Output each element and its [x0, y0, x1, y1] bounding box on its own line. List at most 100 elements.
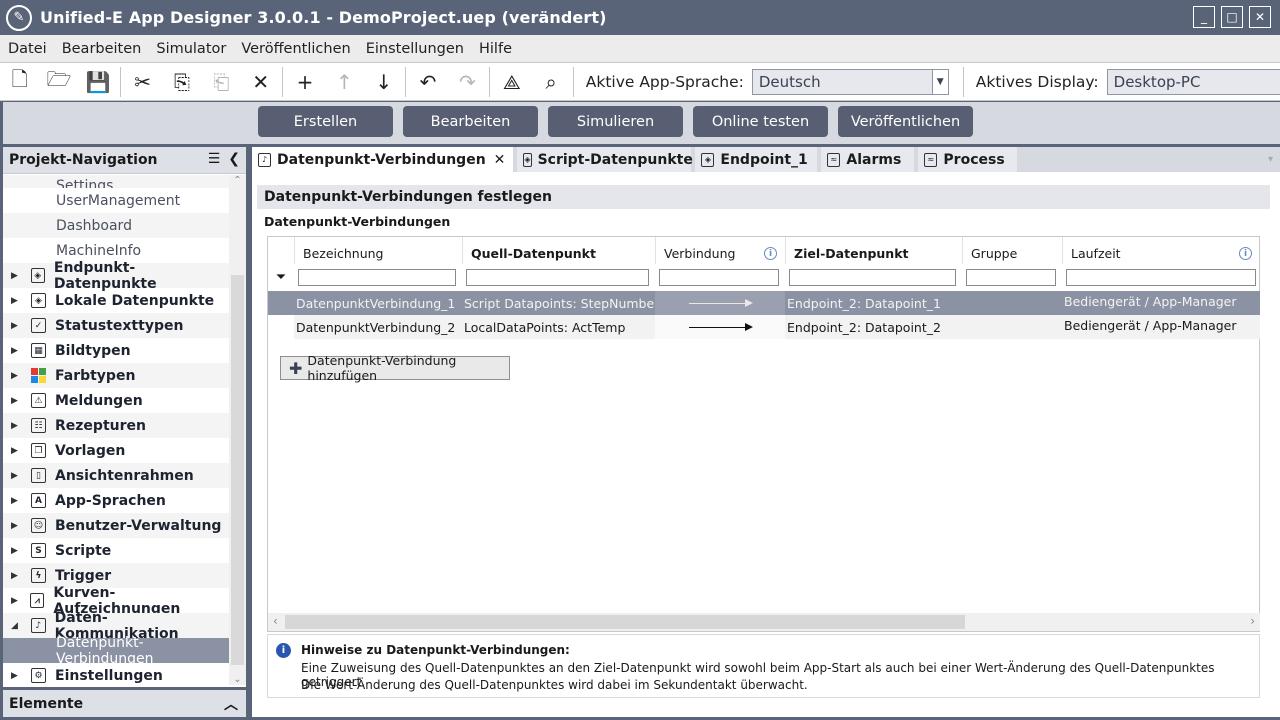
tree-item-meldungen[interactable]: ▶ ⚠ Meldungen [3, 388, 229, 413]
app-language-select[interactable]: Deutsch ▼ [751, 68, 949, 95]
menu-simulator[interactable]: Simulator [148, 41, 233, 57]
table-row[interactable]: DatenpunktVerbindung_2 LocalDataPoints: … [268, 315, 1260, 339]
filter-input-gruppe[interactable] [966, 268, 1056, 286]
cell-gruppe[interactable] [962, 315, 1062, 339]
menu-veroeffentlichen[interactable]: Veröffentlichen [233, 41, 357, 57]
maximize-button[interactable]: □ [1221, 6, 1243, 28]
expand-arrow-icon[interactable]: ▶ [11, 296, 21, 306]
scrollbar-thumb[interactable] [231, 275, 244, 665]
simulate-button[interactable]: Simulieren [548, 106, 683, 137]
filter-input-bezeichnung[interactable] [298, 268, 456, 286]
info-icon[interactable]: i [764, 247, 777, 260]
test-online-button[interactable]: Online testen [693, 106, 828, 137]
tree-item-farbtypen[interactable]: ▶ Farbtypen [3, 363, 229, 388]
expand-arrow-icon[interactable]: ▶ [11, 471, 21, 481]
filter-input-ziel-datenpunkt[interactable] [789, 268, 956, 286]
expand-arrow-icon[interactable]: ▶ [11, 346, 21, 356]
tree-item-dashboard[interactable]: Dashboard [3, 213, 229, 238]
tree-item-datenpunkt-verbindungen[interactable]: Datenpunkt-Verbindungen [3, 635, 229, 667]
expand-arrow-icon[interactable]: ▶ [11, 396, 21, 406]
add-icon[interactable]: + [285, 63, 324, 101]
redo-icon[interactable]: ↷ [448, 63, 487, 101]
tree-item-bildtypen[interactable]: ▶ ▦ Bildtypen [3, 338, 229, 363]
scroll-left-icon[interactable]: ‹ [273, 614, 278, 628]
expand-arrow-icon[interactable]: ▶ [11, 421, 21, 431]
filter-input-laufzeit[interactable] [1066, 268, 1256, 286]
chevron-up-icon[interactable]: ︿ [224, 694, 238, 714]
collapse-arrow-icon[interactable]: ◢ [11, 621, 21, 631]
expand-arrow-icon[interactable]: ▶ [11, 521, 21, 531]
chevron-down-icon[interactable]: ▼ [931, 69, 948, 94]
table-row[interactable]: DatenpunktVerbindung_1 Script Datapoints… [268, 291, 1260, 315]
menu-einstellungen[interactable]: Einstellungen [358, 41, 471, 57]
tree-item-statustexttypen[interactable]: ▶ ✓ Statustexttypen [3, 313, 229, 338]
expand-arrow-icon[interactable]: ▶ [11, 671, 21, 681]
cell-ziel-datenpunkt[interactable]: Endpoint_2: Datapoint_1 [785, 291, 962, 315]
tree-item-benutzer-verwaltung[interactable]: ▶ ☺ Benutzer-Verwaltung [3, 513, 229, 538]
menu-icon[interactable]: ☰ [208, 151, 221, 167]
tree-item-ansichtenrahmen[interactable]: ▶ ▯ Ansichtenrahmen [3, 463, 229, 488]
paste-icon[interactable]: ⎗ [202, 63, 241, 101]
horizontal-scrollbar[interactable]: ‹ › [268, 613, 1260, 631]
cell-gruppe[interactable] [962, 291, 1062, 315]
info-icon[interactable]: i [1239, 247, 1252, 260]
tab-alarms[interactable]: ≈ Alarms [821, 147, 919, 172]
tree-item-lokale-datenpunkte[interactable]: ▶ ◈ Lokale Datenpunkte [3, 288, 229, 313]
expand-arrow-icon[interactable]: ▶ [11, 496, 21, 506]
active-display-select[interactable]: Desktop-PC [1106, 68, 1280, 95]
add-connection-button[interactable]: ✚ Datenpunkt-Verbindung hinzufügen [280, 353, 510, 383]
scrollbar-thumb[interactable] [285, 615, 965, 629]
cell-laufzeit[interactable]: Bediengerät / App-Manager [1062, 291, 1260, 315]
menu-hilfe[interactable]: Hilfe [471, 41, 519, 57]
close-window-button[interactable]: ✕ [1249, 6, 1271, 28]
move-up-icon[interactable]: ↑ [325, 63, 364, 101]
new-file-icon[interactable]: 🗋 [0, 63, 39, 101]
cell-bezeichnung[interactable]: DatenpunktVerbindung_2 [294, 315, 462, 339]
filter-input-verbindung[interactable] [659, 268, 779, 286]
navigation-scrollbar[interactable]: ⌃ ⌄ [229, 175, 246, 685]
filter-input-quell-datenpunkt[interactable] [466, 268, 649, 286]
tree-item-endpunkt-datenpunkte[interactable]: ▶ ◈ Endpunkt-Datenpunkte [3, 260, 229, 292]
save-icon[interactable]: 💾 [79, 63, 118, 101]
tree-item-settings[interactable]: Settings [3, 175, 229, 188]
cut-icon[interactable]: ✂ [123, 63, 162, 101]
row-header[interactable] [268, 291, 294, 315]
collapse-left-icon[interactable]: ❮ [228, 151, 240, 167]
column-header-verbindung[interactable]: Verbindung i [655, 237, 785, 264]
cell-bezeichnung[interactable]: DatenpunktVerbindung_1 [294, 291, 462, 315]
elements-panel-header[interactable]: Elemente ︿ [3, 690, 246, 717]
tree-item-app-sprachen[interactable]: ▶ A App-Sprachen [3, 488, 229, 513]
scroll-up-icon[interactable]: ⌃ [229, 175, 246, 186]
create-button[interactable]: Erstellen [258, 106, 393, 137]
tab-process[interactable]: ≈ Process [918, 147, 1022, 172]
scroll-down-icon[interactable]: ⌄ [229, 674, 246, 685]
expand-arrow-icon[interactable]: ▶ [11, 546, 21, 556]
filter-icon[interactable]: ⏷ [268, 270, 294, 285]
undo-icon[interactable]: ↶ [408, 63, 447, 101]
tree-item-usermanagement[interactable]: UserManagement [3, 188, 229, 213]
column-header-quell-datenpunkt[interactable]: Quell-Datenpunkt [462, 237, 655, 264]
search-icon[interactable]: ⌕ [531, 63, 570, 101]
open-folder-icon[interactable]: 🗁 [39, 63, 78, 101]
menu-datei[interactable]: Datei [0, 41, 54, 57]
cell-verbindung[interactable] [655, 315, 785, 339]
tab-script-datenpunkte[interactable]: ◈ Script-Datenpunkte [517, 147, 696, 172]
expand-arrow-icon[interactable]: ▶ [11, 571, 21, 581]
close-icon[interactable]: ✕ [494, 152, 506, 168]
tree-item-vorlagen[interactable]: ▶ ❐ Vorlagen [3, 438, 229, 463]
move-down-icon[interactable]: ↓ [364, 63, 403, 101]
expand-arrow-icon[interactable]: ▶ [11, 596, 20, 606]
expand-arrow-icon[interactable]: ▶ [11, 321, 21, 331]
cell-quell-datenpunkt[interactable]: LocalDataPoints: ActTemp [462, 315, 655, 339]
column-header-laufzeit[interactable]: Laufzeit i [1062, 237, 1260, 264]
cell-verbindung[interactable] [655, 291, 785, 315]
tree-item-scripte[interactable]: ▶ S Scripte [3, 538, 229, 563]
network-icon[interactable]: ⟁ [492, 63, 531, 101]
copy-icon[interactable]: ⎘ [162, 63, 201, 101]
cell-laufzeit[interactable]: Bediengerät / App-Manager [1062, 315, 1260, 339]
expand-arrow-icon[interactable]: ▶ [11, 446, 21, 456]
column-header-ziel-datenpunkt[interactable]: Ziel-Datenpunkt [785, 237, 962, 264]
tab-overflow-icon[interactable]: ▾ [1268, 147, 1280, 172]
tree-item-rezepturen[interactable]: ▶ ☷ Rezepturen [3, 413, 229, 438]
tab-datenpunkt-verbindungen[interactable]: ♪ Datenpunkt-Verbindungen ✕ [252, 147, 518, 172]
